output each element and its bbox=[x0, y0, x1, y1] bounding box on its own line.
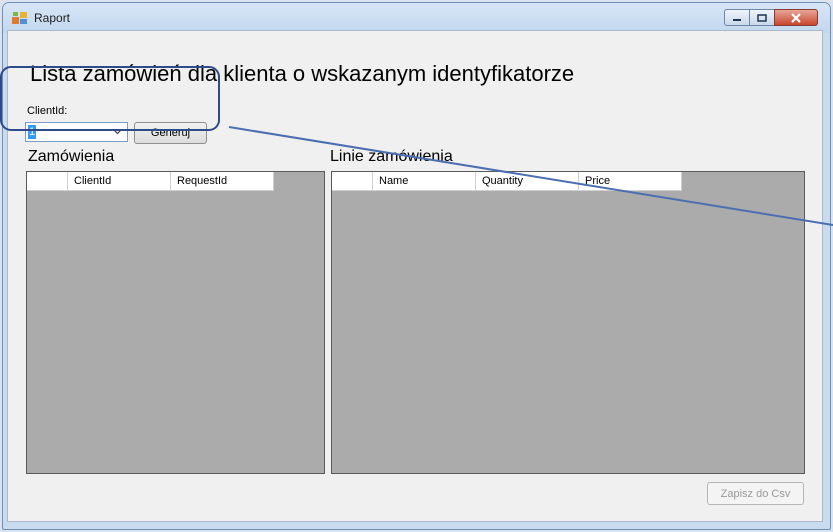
annotation-overlay bbox=[228, 126, 833, 226]
annotation-line bbox=[228, 126, 833, 226]
